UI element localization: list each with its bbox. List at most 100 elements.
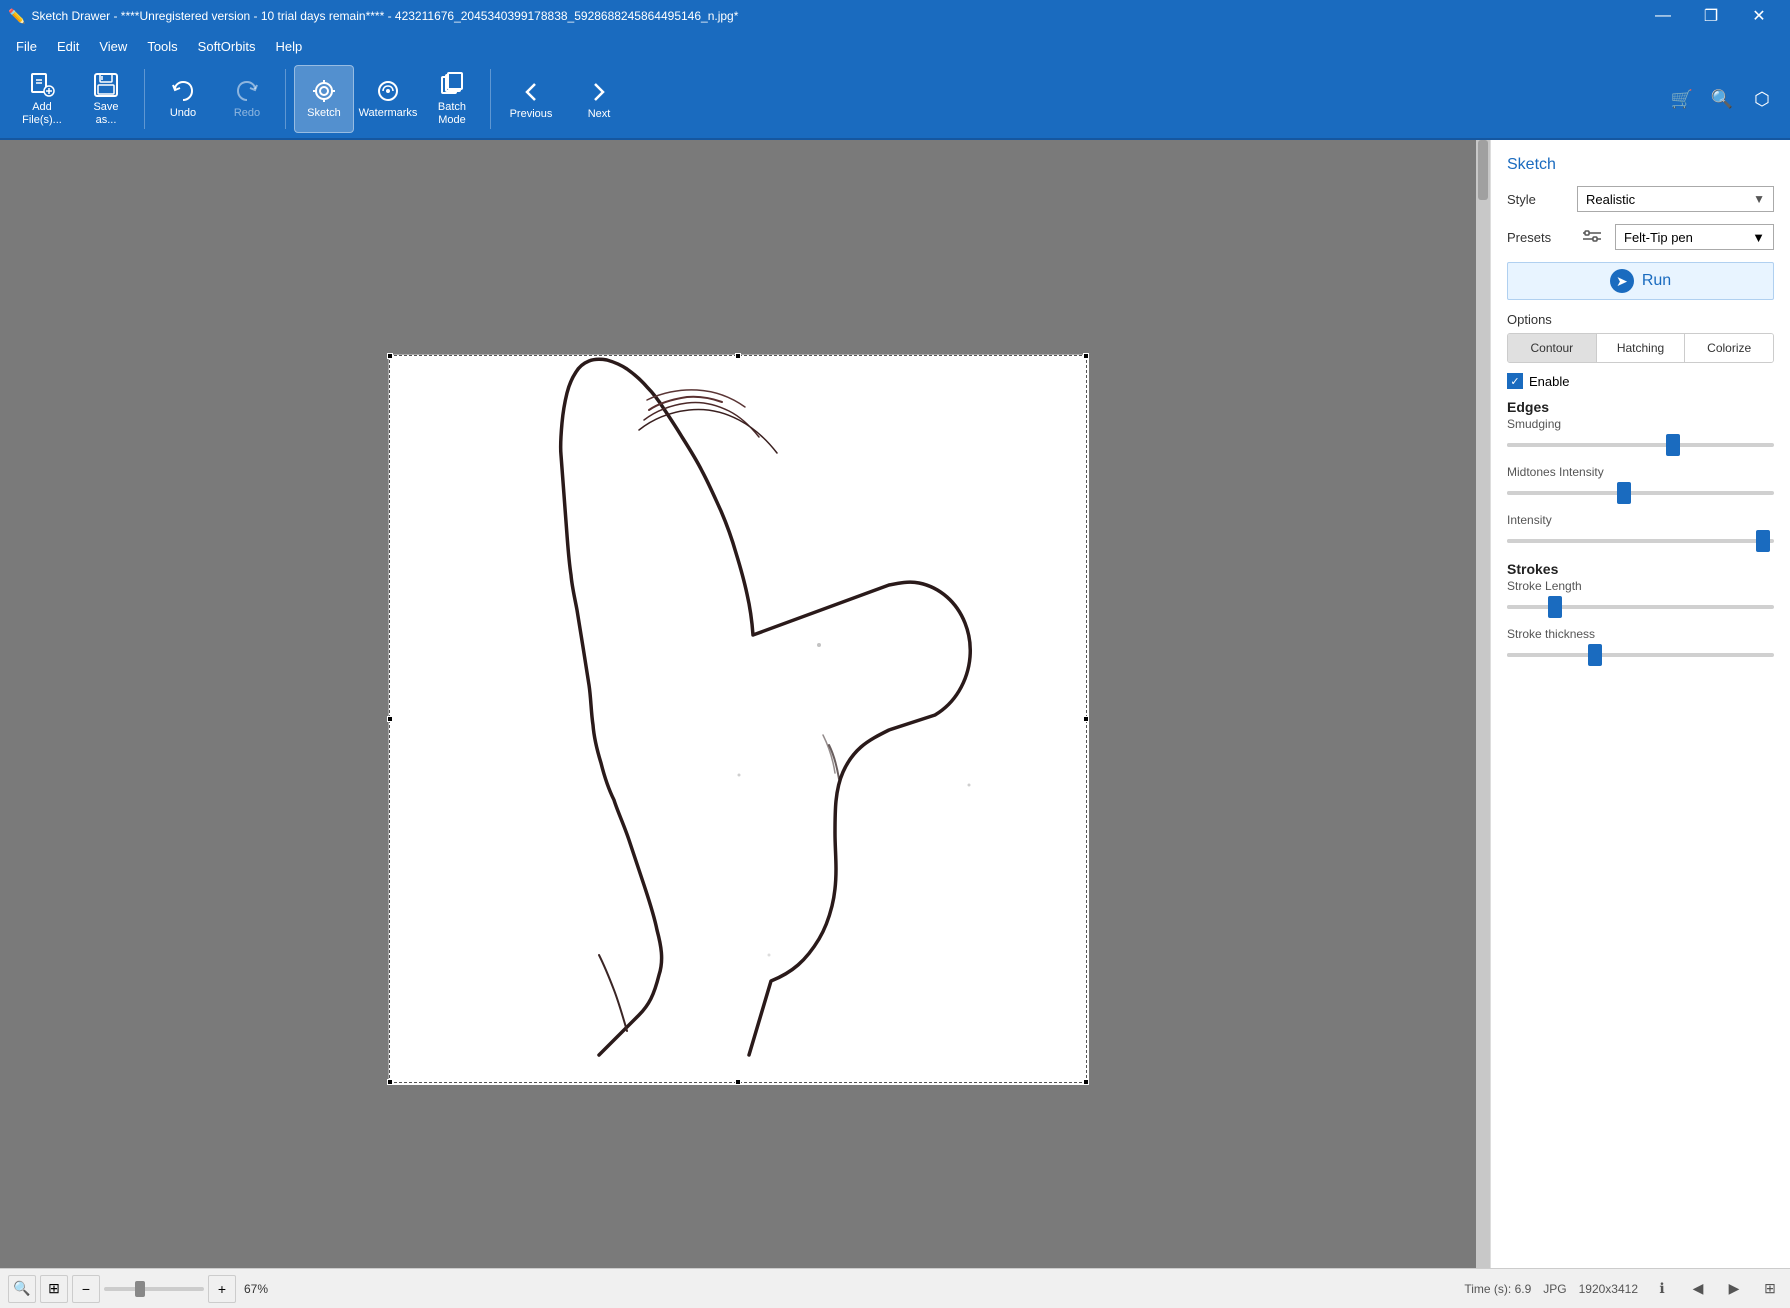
batch-mode-icon (438, 71, 466, 99)
menu-view[interactable]: View (91, 36, 135, 57)
next-status-button[interactable]: ▶ (1722, 1277, 1746, 1301)
toolbar-right: 🛒 🔍 ⬡ (1666, 83, 1778, 115)
intensity-slider[interactable] (1507, 531, 1774, 551)
previous-button[interactable]: Previous (499, 65, 563, 133)
style-label: Style (1507, 192, 1577, 207)
run-button[interactable]: ➤ Run (1507, 262, 1774, 300)
sketch-button[interactable]: Sketch (294, 65, 354, 133)
menu-help[interactable]: Help (267, 36, 310, 57)
batch-mode-label: BatchMode (438, 101, 466, 127)
menu-edit[interactable]: Edit (49, 36, 87, 57)
intensity-fill (1507, 539, 1763, 543)
intensity-thumb[interactable] (1756, 530, 1770, 552)
add-file-label: AddFile(s)... (22, 101, 62, 127)
strokes-label: Strokes (1507, 561, 1774, 577)
enable-checkbox[interactable]: ✓ (1507, 373, 1523, 389)
stroke-length-thumb[interactable] (1548, 596, 1562, 618)
maximize-button[interactable]: ❐ (1688, 0, 1734, 32)
app-icon: ✏️ (8, 8, 25, 25)
search-button[interactable]: 🔍 (1706, 83, 1738, 115)
status-left: 🔍 ⊞ − + 67% (8, 1275, 268, 1303)
zoom-track[interactable] (104, 1287, 204, 1291)
save-as-button[interactable]: Saveas... (76, 65, 136, 133)
main-area: Sketch Style Realistic ▼ Presets Felt-Ti (0, 140, 1790, 1268)
stroke-length-slider[interactable] (1507, 597, 1774, 617)
smudging-label: Smudging (1507, 417, 1774, 431)
sketch-label: Sketch (307, 107, 341, 120)
redo-button[interactable]: Redo (217, 65, 277, 133)
window-title: Sketch Drawer - ****Unregistered version… (31, 9, 738, 23)
stroke-thickness-slider[interactable] (1507, 645, 1774, 665)
add-file-button[interactable]: AddFile(s)... (12, 65, 72, 133)
midtones-track (1507, 491, 1774, 495)
presets-select[interactable]: Felt-Tip pen ▼ (1615, 224, 1774, 250)
midtones-slider[interactable] (1507, 483, 1774, 503)
tab-hatching[interactable]: Hatching (1597, 334, 1686, 362)
info-button[interactable]: ℹ (1650, 1277, 1674, 1301)
batch-mode-button[interactable]: BatchMode (422, 65, 482, 133)
title-bar: ✏️ Sketch Drawer - ****Unregistered vers… (0, 0, 1790, 32)
fit-view-button[interactable]: 🔍 (8, 1275, 36, 1303)
undo-button[interactable]: Undo (153, 65, 213, 133)
next-icon (585, 78, 613, 106)
grid-status-button[interactable]: ⊞ (1758, 1277, 1782, 1301)
save-as-label: Saveas... (93, 101, 118, 127)
tab-contour[interactable]: Contour (1508, 334, 1597, 362)
menu-softorbits[interactable]: SoftOrbits (190, 36, 264, 57)
options-tabs: Contour Hatching Colorize (1507, 333, 1774, 363)
toolbar-separator-2 (285, 69, 286, 129)
tab-colorize[interactable]: Colorize (1685, 334, 1773, 362)
canvas-area (0, 140, 1490, 1268)
watermarks-icon (374, 77, 402, 105)
presets-dropdown-arrow: ▼ (1752, 230, 1765, 245)
stroke-thickness-fill (1507, 653, 1595, 657)
previous-label: Previous (510, 108, 553, 120)
add-file-icon (28, 71, 56, 99)
stroke-length-label: Stroke Length (1507, 579, 1774, 593)
prev-status-button[interactable]: ◀ (1686, 1277, 1710, 1301)
midtones-thumb[interactable] (1617, 482, 1631, 504)
scrollbar-thumb[interactable] (1478, 140, 1488, 200)
stroke-length-track (1507, 605, 1774, 609)
enable-label: Enable (1529, 374, 1569, 389)
sketch-drawing (389, 355, 1089, 1085)
stroke-thickness-track (1507, 653, 1774, 657)
stroke-thickness-thumb[interactable] (1588, 644, 1602, 666)
format-label: JPG (1543, 1282, 1566, 1296)
zoom-thumb[interactable] (135, 1281, 145, 1297)
style-value: Realistic (1586, 192, 1635, 207)
canvas-content (388, 354, 1088, 1084)
status-bar: 🔍 ⊞ − + 67% Time (s): 6.9 JPG 1920x3412 … (0, 1268, 1790, 1308)
menu-tools[interactable]: Tools (139, 36, 185, 57)
menu-file[interactable]: File (8, 36, 45, 57)
status-right: Time (s): 6.9 JPG 1920x3412 ℹ ◀ ▶ ⊞ (1464, 1277, 1782, 1301)
minimize-button[interactable]: — (1640, 0, 1686, 32)
next-button[interactable]: Next (567, 65, 631, 133)
midtones-label: Midtones Intensity (1507, 465, 1774, 479)
canvas-inner[interactable] (0, 140, 1476, 1268)
smudging-fill (1507, 443, 1673, 447)
stroke-thickness-label: Stroke thickness (1507, 627, 1774, 641)
smudging-track (1507, 443, 1774, 447)
vertical-scrollbar[interactable] (1476, 140, 1490, 1268)
zoom-label: 67% (244, 1282, 268, 1296)
presets-icon (1577, 222, 1607, 252)
sketch-icon (310, 77, 338, 105)
style-select[interactable]: Realistic ▼ (1577, 186, 1774, 212)
enable-row: ✓ Enable (1507, 373, 1774, 389)
next-label: Next (588, 108, 611, 120)
actual-size-button[interactable]: ⊞ (40, 1275, 68, 1303)
watermarks-button[interactable]: Watermarks (358, 65, 418, 133)
time-label: Time (s): 6.9 (1464, 1282, 1531, 1296)
zoom-in-button[interactable]: + (208, 1275, 236, 1303)
cart-button[interactable]: 🛒 (1666, 83, 1698, 115)
close-button[interactable]: ✕ (1736, 0, 1782, 32)
panel-title: Sketch (1507, 156, 1774, 174)
presets-label: Presets (1507, 230, 1577, 245)
zoom-out-button[interactable]: − (72, 1275, 100, 1303)
smudging-slider[interactable] (1507, 435, 1774, 455)
edges-label: Edges (1507, 399, 1774, 415)
smudging-thumb[interactable] (1666, 434, 1680, 456)
intensity-track (1507, 539, 1774, 543)
cube-button[interactable]: ⬡ (1746, 83, 1778, 115)
